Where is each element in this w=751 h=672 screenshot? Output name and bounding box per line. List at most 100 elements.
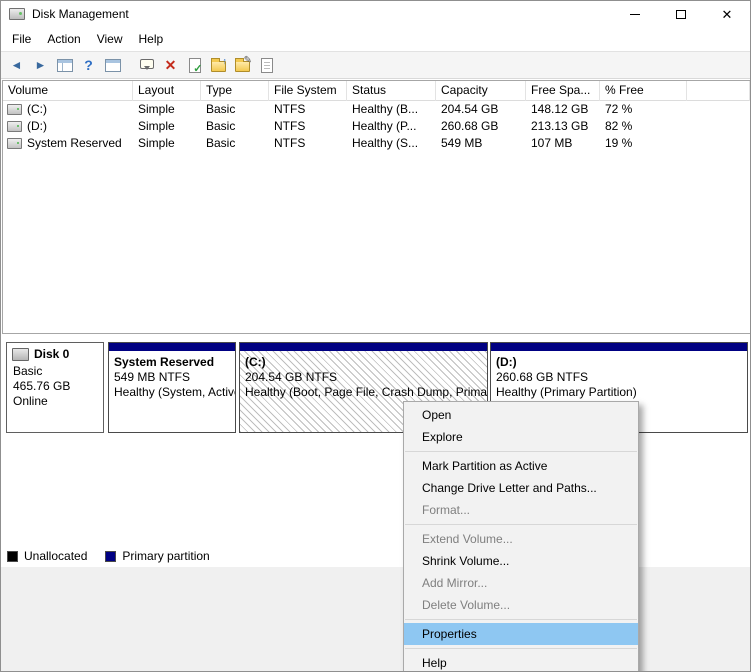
menu-item-open[interactable]: Open — [404, 404, 638, 426]
primary-partition-bar — [109, 343, 235, 351]
column-header-layout[interactable]: Layout — [133, 81, 201, 101]
report-button[interactable] — [255, 54, 278, 77]
back-button[interactable]: ◄ — [5, 54, 28, 77]
menu-item-properties[interactable]: Properties — [404, 623, 638, 645]
capacity-cell: 204.54 GB — [436, 101, 526, 118]
check-icon: ✓ — [193, 64, 202, 75]
column-header-pct-free[interactable]: % Free — [600, 81, 687, 101]
table-row-c[interactable]: (C:) Simple Basic NTFS Healthy (B... 204… — [3, 101, 750, 118]
volume-list-pane: Volume Layout Type File System Status Ca… — [2, 80, 751, 334]
maximize-button[interactable] — [658, 1, 704, 27]
forward-button[interactable]: ► — [29, 54, 52, 77]
menu-item-mark-partition-active[interactable]: Mark Partition as Active — [404, 455, 638, 477]
column-header-capacity[interactable]: Capacity — [436, 81, 526, 101]
column-header-empty — [687, 81, 750, 101]
disk-icon — [12, 348, 29, 361]
partition-system-reserved[interactable]: System Reserved 549 MB NTFS Healthy (Sys… — [108, 342, 236, 433]
menu-item-explore[interactable]: Explore — [404, 426, 638, 448]
menu-item-change-drive-letter[interactable]: Change Drive Letter and Paths... — [404, 477, 638, 499]
window-title: Disk Management — [32, 7, 129, 21]
primary-partition-swatch — [105, 551, 116, 562]
menu-item-delete-volume: Delete Volume... — [404, 594, 638, 616]
disk-size: 465.76 GB — [13, 379, 103, 394]
window-controls: ✕ — [612, 1, 750, 27]
free-space-cell: 107 MB — [526, 135, 600, 152]
partition-title: (D:) — [496, 355, 742, 370]
primary-partition-bar — [240, 343, 487, 351]
disk-management-app-icon — [9, 8, 25, 20]
column-header-volume[interactable]: Volume — [3, 81, 133, 101]
capacity-cell: 549 MB — [436, 135, 526, 152]
list-view-button[interactable] — [101, 54, 124, 77]
menu-action[interactable]: Action — [39, 29, 88, 49]
close-icon: ✕ — [722, 8, 733, 21]
drive-icon — [7, 104, 22, 115]
action-pane-button[interactable] — [135, 54, 158, 77]
menu-help[interactable]: Help — [131, 29, 172, 49]
close-button[interactable]: ✕ — [704, 1, 750, 27]
drive-icon — [7, 138, 22, 149]
status-cell: Healthy (B... — [347, 101, 436, 118]
volume-name: System Reserved — [27, 135, 122, 152]
delete-volume-button[interactable]: ✕ — [159, 54, 182, 77]
column-header-free-space[interactable]: Free Spa... — [526, 81, 600, 101]
column-header-status[interactable]: Status — [347, 81, 436, 101]
disk-name: Disk 0 — [34, 347, 69, 361]
status-cell: Healthy (P... — [347, 118, 436, 135]
menu-separator — [405, 648, 637, 649]
layout-cell: Simple — [133, 118, 201, 135]
layout-cell: Simple — [133, 135, 201, 152]
table-row-system-reserved[interactable]: System Reserved Simple Basic NTFS Health… — [3, 135, 750, 152]
partition-status: Healthy (System, Active, Primary Partiti… — [114, 385, 230, 400]
fs-cell: NTFS — [269, 101, 347, 118]
partition-status: Healthy (Boot, Page File, Crash Dump, Pr… — [245, 385, 482, 400]
partition-title: System Reserved — [114, 355, 230, 370]
disk0-header[interactable]: Disk 0 Basic 465.76 GB Online — [6, 342, 104, 433]
table-row-d[interactable]: (D:) Simple Basic NTFS Healthy (P... 260… — [3, 118, 750, 135]
menu-bar: File Action View Help — [1, 27, 750, 51]
disk-status: Online — [13, 394, 103, 409]
menu-separator — [405, 524, 637, 525]
help-button[interactable]: ? — [77, 54, 100, 77]
list-view-icon — [105, 59, 121, 72]
back-icon: ◄ — [11, 59, 23, 71]
type-cell: Basic — [201, 118, 269, 135]
folder-up-button[interactable] — [207, 54, 230, 77]
drive-icon — [7, 121, 22, 132]
folder-edit-icon — [235, 61, 250, 72]
legend: Unallocated Primary partition — [7, 549, 210, 563]
pct-free-cell: 19 % — [600, 135, 687, 152]
menu-item-shrink-volume[interactable]: Shrink Volume... — [404, 550, 638, 572]
disk-management-window: Disk Management ✕ File Action View Help … — [0, 0, 751, 672]
menu-item-extend-volume: Extend Volume... — [404, 528, 638, 550]
menu-item-add-mirror: Add Mirror... — [404, 572, 638, 594]
legend-primary-label: Primary partition — [122, 549, 209, 563]
check-disk-button[interactable]: ✓ — [183, 54, 206, 77]
status-cell: Healthy (S... — [347, 135, 436, 152]
show-console-tree-button[interactable] — [53, 54, 76, 77]
menu-item-help[interactable]: Help — [404, 652, 638, 672]
minimize-button[interactable] — [612, 1, 658, 27]
speech-bubble-icon — [140, 59, 154, 69]
pct-free-cell: 72 % — [600, 101, 687, 118]
menu-separator — [405, 451, 637, 452]
minimize-icon — [630, 14, 640, 15]
legend-primary-partition: Primary partition — [105, 549, 209, 563]
type-cell: Basic — [201, 135, 269, 152]
menu-item-format: Format... — [404, 499, 638, 521]
red-x-icon: ✕ — [165, 58, 177, 72]
partition-status: Healthy (Primary Partition) — [496, 385, 742, 400]
folder-edit-button[interactable] — [231, 54, 254, 77]
console-tree-icon — [57, 59, 73, 72]
toolbar: ◄ ► ? ✕ ✓ — [1, 51, 750, 79]
volume-name: (D:) — [27, 118, 47, 135]
context-menu: Open Explore Mark Partition as Active Ch… — [403, 401, 639, 672]
partition-size: 260.68 GB NTFS — [496, 370, 742, 385]
layout-cell: Simple — [133, 101, 201, 118]
unallocated-swatch — [7, 551, 18, 562]
menu-view[interactable]: View — [89, 29, 131, 49]
menu-file[interactable]: File — [4, 29, 39, 49]
column-header-file-system[interactable]: File System — [269, 81, 347, 101]
column-header-type[interactable]: Type — [201, 81, 269, 101]
volume-name: (C:) — [27, 101, 47, 118]
